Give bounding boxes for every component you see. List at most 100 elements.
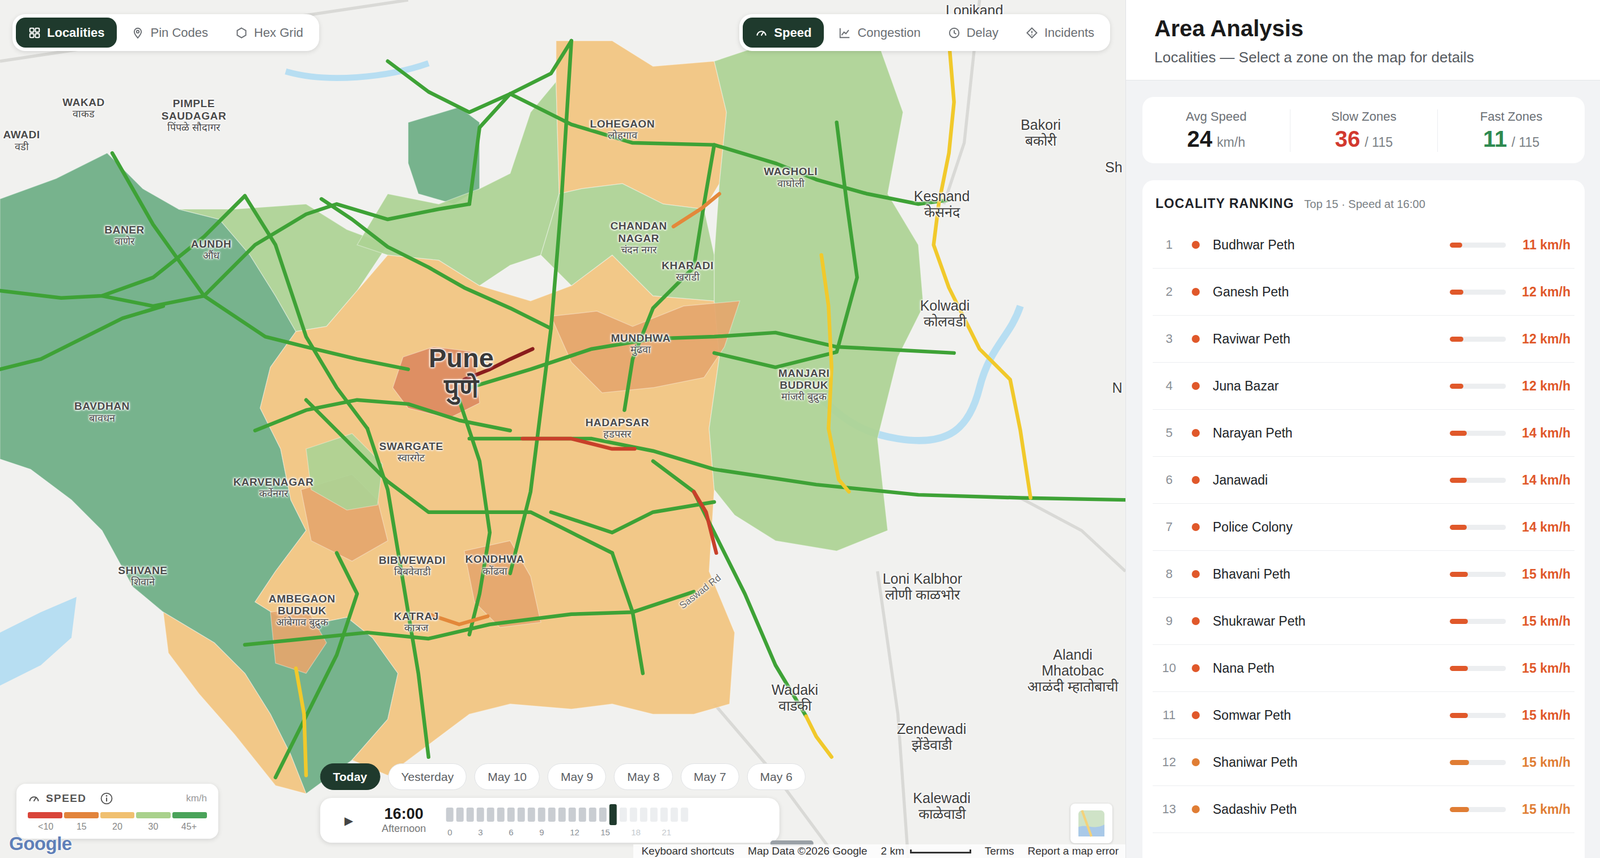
place-name: Kalewadi (912, 790, 971, 807)
time-player: ▶ 16:00 Afternoon 036912151821 (319, 798, 780, 844)
view-tab[interactable]: Hex Grid (222, 17, 316, 48)
ranking-row[interactable]: 11 Somwar Peth 15 km/h (1152, 692, 1575, 740)
hour-slot[interactable] (649, 807, 658, 823)
hour-slot[interactable] (598, 807, 607, 823)
locality-zone[interactable] (408, 107, 480, 205)
stat-item: Slow Zones 36 / 115 (1289, 109, 1438, 152)
ranking-row[interactable]: 13 Sadashiv Peth 15 km/h (1152, 786, 1575, 834)
place-local-name: शिवाने (130, 577, 155, 589)
place-local-name: मांजरी बुद्रुक (781, 391, 827, 403)
ranking-row[interactable]: 8 Bhavani Peth 15 km/h (1152, 551, 1575, 599)
ranking-row[interactable]: 4 Juna Bazar 12 km/h (1152, 362, 1575, 410)
view-tab[interactable]: Pin Codes (119, 17, 221, 48)
hour-slot[interactable] (547, 807, 556, 823)
place-local-name: केसनंद (924, 204, 960, 220)
time-period: Afternoon (381, 823, 426, 836)
hour-slot[interactable] (476, 807, 484, 823)
hour-slot[interactable] (578, 807, 586, 823)
ranking-row[interactable]: 1 Budhwar Peth 11 km/h (1152, 221, 1575, 269)
report-link[interactable]: Report a map error (1027, 845, 1119, 858)
hour-slot[interactable] (639, 807, 647, 823)
hour-scrubber[interactable]: 036912151821 (445, 803, 691, 838)
ranking-row[interactable]: 9 Shukrawar Peth 15 km/h (1152, 598, 1575, 646)
locality-zone[interactable] (0, 153, 399, 795)
hour-slot[interactable] (568, 807, 576, 823)
locality-zone[interactable] (540, 183, 715, 302)
place-name: Kolwadi (920, 297, 971, 314)
rank-number: 1 (1157, 237, 1181, 253)
terms-link[interactable]: Terms (984, 845, 1015, 858)
ranking-row[interactable]: 5 Narayan Peth 14 km/h (1152, 409, 1575, 457)
status-dot (1191, 617, 1200, 626)
hour-slot[interactable] (670, 807, 678, 823)
ranking-row[interactable]: 6 Janawadi 14 km/h (1152, 456, 1575, 505)
locality-zone[interactable] (392, 346, 480, 419)
hour-slot[interactable] (486, 807, 494, 823)
locality-zone[interactable] (556, 40, 727, 210)
place-label: AWADI वडी (2, 129, 40, 153)
metric-tab[interactable]: Incidents (1013, 17, 1107, 48)
hour-slot[interactable] (527, 807, 535, 823)
ranking-row[interactable]: 12 Shaniwar Peth 15 km/h (1152, 739, 1575, 787)
status-dot (1191, 476, 1200, 485)
legend-tick: 20 (99, 822, 135, 833)
speed-bar (1449, 477, 1506, 484)
status-dot (1191, 429, 1200, 438)
place-local-name: आळंदी म्हातोबाची (1023, 678, 1123, 695)
rank-number: 13 (1157, 802, 1181, 818)
hour-slot[interactable] (496, 807, 505, 823)
place-local-name: लोणी काळभोर (885, 586, 960, 603)
road-segment (102, 204, 470, 307)
day-pill[interactable]: May 10 (474, 763, 540, 791)
map-area[interactable]: AWADI वडीWAKAD वाकडPIMPLE SAUDAGAR पिंपळ… (0, 0, 1126, 858)
hour-slot[interactable] (588, 807, 596, 823)
day-pill[interactable]: May 6 (747, 763, 806, 791)
road-segment (510, 40, 572, 574)
map-canvas[interactable] (0, 0, 1126, 858)
hour-slot[interactable] (466, 807, 474, 823)
hour-slot[interactable] (517, 807, 525, 823)
metric-tab[interactable]: Speed (742, 17, 824, 48)
speed-value: 15 km/h (1505, 566, 1575, 583)
day-pill[interactable]: May 8 (614, 763, 673, 791)
place-label: N (1112, 379, 1123, 396)
ranking-row[interactable]: 2 Ganesh Peth 12 km/h (1152, 268, 1575, 316)
hour-slot[interactable] (445, 807, 454, 823)
hour-slot[interactable] (537, 807, 545, 823)
speed-value: 14 km/h (1505, 519, 1575, 536)
view-tab[interactable]: Localities (15, 17, 117, 48)
metric-tab[interactable]: Congestion (826, 17, 933, 48)
place-name: Saswad Rd (676, 572, 723, 612)
day-pill[interactable]: Today (319, 763, 380, 791)
hour-slot[interactable] (619, 807, 627, 823)
hour-slot[interactable] (557, 807, 566, 823)
speed-bar-fill (1449, 242, 1463, 248)
hour-slot[interactable] (629, 807, 637, 823)
locality-name: Police Colony (1212, 519, 1450, 536)
ranking-row[interactable]: 7 Police Colony 14 km/h (1152, 504, 1575, 552)
map-type-button[interactable] (1070, 803, 1113, 844)
day-pill[interactable]: May 7 (680, 763, 739, 791)
keyboard-shortcuts-link[interactable]: Keyboard shortcuts (641, 845, 735, 858)
info-icon[interactable] (99, 792, 114, 806)
road-segment (806, 716, 832, 758)
speed-bar (1449, 760, 1506, 766)
hour-slot[interactable] (506, 807, 515, 823)
play-button[interactable]: ▶ (335, 807, 362, 835)
locality-zone[interactable] (551, 301, 740, 393)
day-pill[interactable]: Yesterday (388, 763, 468, 791)
road-segment (0, 306, 164, 370)
road-segment (255, 400, 511, 431)
road-segment (275, 553, 358, 778)
hour-slot[interactable] (659, 807, 668, 823)
locality-name: Budhwar Peth (1212, 237, 1450, 253)
ranking-row[interactable]: 3 Raviwar Peth 12 km/h (1152, 315, 1575, 363)
ranking-row[interactable]: 10 Nana Peth 15 km/h (1152, 645, 1575, 693)
hour-slot[interactable] (680, 807, 688, 823)
locality-zone[interactable] (357, 81, 560, 286)
place-name: Sh (1105, 159, 1123, 176)
hour-slot[interactable] (455, 807, 464, 823)
day-pill[interactable]: May 9 (547, 763, 607, 791)
hour-slot[interactable] (608, 804, 617, 826)
metric-tab[interactable]: Delay (935, 17, 1011, 48)
